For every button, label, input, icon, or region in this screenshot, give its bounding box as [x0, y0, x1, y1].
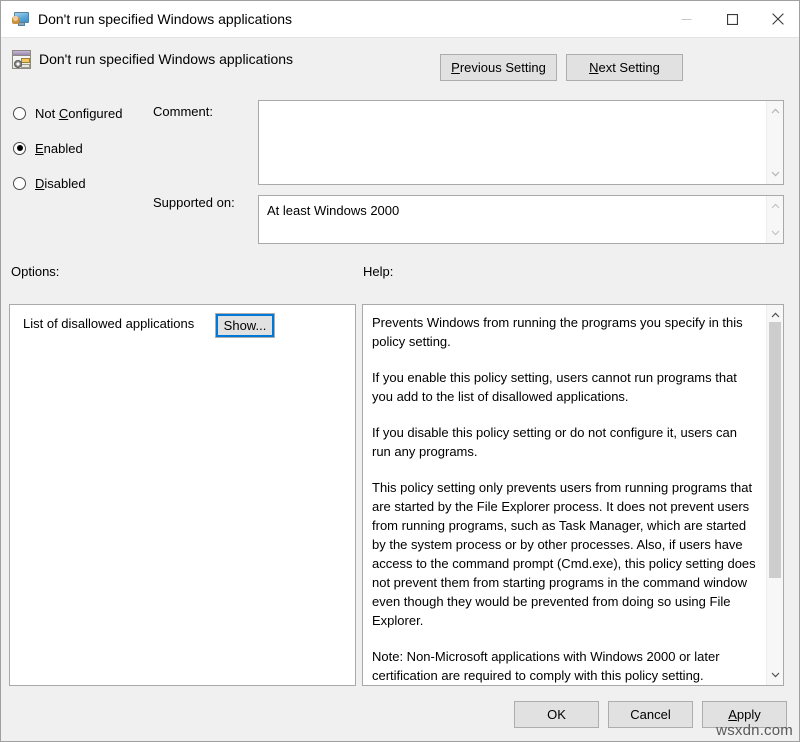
window-controls [663, 1, 799, 37]
help-paragraph: Prevents Windows from running the progra… [372, 315, 743, 349]
next-setting-button[interactable]: Next Setting [566, 54, 683, 81]
radio-disabled-label: Disabled [35, 175, 86, 191]
scroll-up-icon[interactable] [767, 104, 784, 118]
comment-scrollbar[interactable] [766, 101, 783, 184]
show-button[interactable]: Show... [215, 313, 275, 338]
supported-on-text-area: At least Windows 2000 [259, 196, 766, 243]
help-text: Prevents Windows from running the progra… [363, 305, 766, 685]
help-paragraph: If you enable this policy setting, users… [372, 370, 737, 404]
setting-title: Don't run specified Windows applications [39, 51, 294, 67]
minimize-icon [681, 18, 691, 20]
title-bar: Don't run specified Windows applications [1, 1, 799, 37]
window-title: Don't run specified Windows applications [38, 11, 293, 27]
supported-on-field: At least Windows 2000 [258, 195, 784, 244]
scroll-up-icon[interactable] [767, 308, 784, 322]
help-paragraph: Note: Non-Microsoft applications with Wi… [372, 649, 720, 683]
help-panel: Prevents Windows from running the progra… [362, 304, 784, 686]
radio-not-configured-label: Not Configured [35, 105, 123, 121]
comment-text-area[interactable] [259, 101, 766, 184]
help-scroll-thumb[interactable] [769, 322, 781, 579]
radio-indicator [13, 141, 26, 155]
monitor-user-icon [12, 11, 29, 27]
maximize-icon [726, 13, 738, 25]
help-scroll-track[interactable] [767, 322, 783, 668]
supported-on-scrollbar[interactable] [766, 196, 783, 243]
radio-disabled[interactable]: Disabled [13, 175, 153, 191]
disallowed-applications-label: List of disallowed applications [23, 316, 195, 331]
option-row: List of disallowed applications [10, 305, 355, 331]
close-button[interactable] [755, 1, 799, 37]
previous-setting-button[interactable]: Previous Setting [440, 54, 557, 81]
group-policy-setting-dialog: Don't run specified Windows applications [0, 0, 800, 742]
comment-field[interactable] [258, 100, 784, 185]
close-icon [772, 13, 784, 25]
radio-indicator [13, 176, 26, 190]
help-scrollbar[interactable] [766, 305, 783, 685]
scroll-up-icon[interactable] [767, 199, 784, 213]
comment-label: Comment: [153, 104, 213, 119]
watermark: wsxdn.com [716, 722, 793, 739]
policy-setting-icon [12, 50, 31, 69]
scroll-down-icon[interactable] [767, 226, 784, 240]
help-paragraph: If you disable this policy setting or do… [372, 425, 737, 459]
options-panel: List of disallowed applications [9, 304, 356, 686]
options-section-label: Options: [11, 264, 60, 279]
comment-value [259, 101, 766, 113]
scroll-down-icon[interactable] [767, 668, 784, 682]
minimize-button[interactable] [663, 1, 709, 37]
help-paragraph: This policy setting only prevents users … [372, 480, 756, 628]
ok-button[interactable]: OK [514, 701, 599, 728]
supported-on-label: Supported on: [153, 195, 235, 210]
maximize-button[interactable] [709, 1, 755, 37]
radio-enabled-label: Enabled [35, 140, 83, 156]
radio-not-configured[interactable]: Not Configured [13, 105, 153, 121]
cancel-button[interactable]: Cancel [608, 701, 693, 728]
supported-on-value: At least Windows 2000 [267, 203, 400, 218]
radio-indicator [13, 106, 26, 120]
setting-state-radio-group: Not Configured Enabled Disabled [13, 105, 153, 210]
help-section-label: Help: [363, 264, 394, 279]
scroll-down-icon[interactable] [767, 167, 784, 181]
radio-enabled[interactable]: Enabled [13, 140, 153, 156]
